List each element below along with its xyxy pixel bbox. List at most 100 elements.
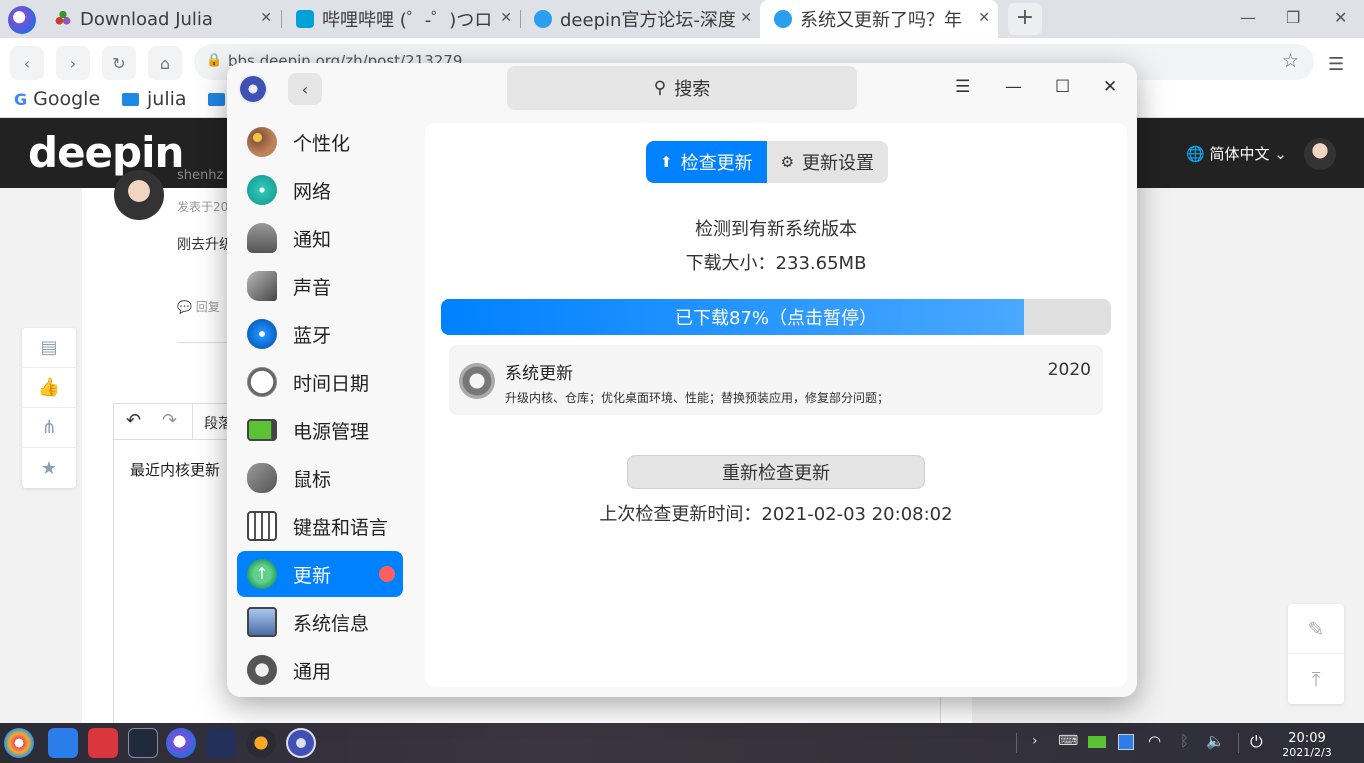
author-name[interactable]: shenhz bbox=[177, 168, 223, 183]
folder-icon[interactable] bbox=[208, 93, 225, 106]
like-icon[interactable]: 👍 bbox=[22, 368, 76, 408]
share-icon[interactable]: ⋔ bbox=[22, 408, 76, 448]
tab-check-update[interactable]: ⬆ 检查更新 bbox=[646, 141, 767, 183]
tray-divider bbox=[1016, 733, 1017, 753]
globe-icon: 🌐 bbox=[1186, 145, 1205, 163]
close-icon[interactable]: ✕ bbox=[260, 10, 272, 26]
sidebar-item-general[interactable]: 通用 bbox=[237, 647, 403, 693]
sidebar-item-datetime[interactable]: 时间日期 bbox=[237, 359, 403, 405]
language-selector[interactable]: 🌐 简体中文 ⌄ bbox=[1186, 143, 1287, 164]
media-player-icon[interactable] bbox=[246, 728, 276, 758]
control-center-icon[interactable] bbox=[286, 728, 316, 758]
user-avatar[interactable] bbox=[1304, 138, 1336, 170]
reply-label: 回复 bbox=[195, 300, 220, 314]
close-icon[interactable]: ✕ bbox=[740, 10, 752, 26]
favorite-star-icon[interactable]: ★ bbox=[22, 448, 76, 488]
browser-menu-icon[interactable] bbox=[8, 6, 36, 34]
search-input[interactable]: ⚲ 搜索 bbox=[507, 66, 857, 110]
forward-icon[interactable]: › bbox=[56, 46, 90, 80]
power-icon[interactable]: ⏻ bbox=[1250, 732, 1263, 752]
tab-bilibili[interactable]: 哔哩哔哩 (゜-゜)つロ ✕ bbox=[282, 0, 520, 38]
back-icon[interactable]: ‹ bbox=[288, 73, 322, 105]
speaker-icon bbox=[247, 271, 277, 301]
control-center-window: ‹ ⚲ 搜索 ☰ — ☐ ✕ 个性化 网络 通知 声音 蓝牙 时间日期 电源管理… bbox=[227, 63, 1137, 697]
vscode-icon[interactable] bbox=[206, 728, 236, 758]
comment-icon[interactable]: ▤ bbox=[22, 328, 76, 368]
deepin-logo[interactable]: deepin bbox=[28, 128, 184, 177]
new-tab-button[interactable]: + bbox=[1008, 3, 1042, 35]
tab-title: Download Julia bbox=[80, 8, 213, 30]
app-store-icon[interactable] bbox=[48, 728, 78, 758]
tab-deepin-forum[interactable]: deepin官方论坛-深度 ✕ bbox=[520, 0, 760, 38]
bookmark-google[interactable]: G Google bbox=[14, 88, 100, 110]
recheck-update-button[interactable]: 重新检查更新 bbox=[627, 455, 925, 489]
sidebar-item-keyboard[interactable]: 键盘和语言 bbox=[237, 503, 403, 549]
minimize-icon[interactable]: — bbox=[1240, 8, 1256, 27]
menu-icon[interactable]: ☰ bbox=[955, 77, 970, 97]
bluetooth-icon[interactable]: ᛒ bbox=[1180, 732, 1189, 750]
chevron-down-icon: ⌄ bbox=[1274, 145, 1287, 163]
back-to-top-icon[interactable]: ⤒ bbox=[1288, 654, 1344, 704]
edit-pencil-icon[interactable]: ✎ bbox=[1288, 604, 1344, 654]
reply-link[interactable]: 💬 回复 bbox=[177, 298, 220, 315]
reload-icon[interactable]: ↻ bbox=[102, 46, 136, 80]
system-info-icon bbox=[247, 607, 277, 637]
sidebar-item-label: 鼠标 bbox=[293, 468, 332, 491]
undo-icon[interactable]: ↶ bbox=[126, 410, 141, 431]
toolbox-icon[interactable] bbox=[88, 728, 118, 758]
battery-icon[interactable] bbox=[1088, 736, 1106, 748]
sidebar-item-notification[interactable]: 通知 bbox=[237, 215, 403, 261]
download-progress-bar[interactable]: 已下载87%（点击暂停） bbox=[441, 299, 1111, 335]
tray-divider bbox=[1238, 733, 1239, 753]
browser-tab-bar: Download Julia ✕ 哔哩哔哩 (゜-゜)つロ ✕ deepin官方… bbox=[0, 0, 1364, 38]
update-panel: ⬆ 检查更新 ⚙ 更新设置 检测到有新系统版本 下载大小：233.65MB 已下载8… bbox=[425, 123, 1127, 687]
sidebar-item-bluetooth[interactable]: 蓝牙 bbox=[237, 311, 403, 357]
tab-title: deepin官方论坛-深度 bbox=[560, 10, 736, 31]
taskbar-clock[interactable]: 20:09 2021/2/3 bbox=[1282, 731, 1332, 759]
close-icon[interactable]: ✕ bbox=[978, 10, 990, 26]
update-item: 系统更新 2020 升级内核、仓库；优化桌面环境、性能；替换预装应用，修复部分问… bbox=[449, 345, 1103, 415]
bookmark-julia[interactable]: julia bbox=[122, 88, 187, 110]
browser-icon[interactable] bbox=[166, 728, 196, 758]
editor-text: 最近内核更新 bbox=[130, 461, 221, 479]
gear-icon: ⚙ bbox=[780, 153, 795, 171]
sidebar-item-network[interactable]: 网络 bbox=[237, 167, 403, 213]
star-icon[interactable]: ☆ bbox=[1282, 50, 1299, 72]
language-label: 简体中文 bbox=[1209, 145, 1270, 163]
home-icon[interactable]: ⌂ bbox=[148, 46, 182, 80]
tab-update-settings[interactable]: ⚙ 更新设置 bbox=[766, 141, 889, 183]
sidebar-item-label: 声音 bbox=[293, 276, 332, 299]
maximize-icon[interactable]: ☐ bbox=[1055, 77, 1070, 97]
julia-tray-icon[interactable] bbox=[1118, 734, 1134, 750]
redo-icon[interactable]: ↷ bbox=[162, 410, 177, 431]
tab-download-julia[interactable]: Download Julia ✕ bbox=[40, 0, 280, 38]
launcher-icon[interactable] bbox=[4, 728, 34, 758]
tab-system-update-post[interactable]: 系统又更新了吗？年 ✕ bbox=[760, 0, 998, 38]
keyboard-icon[interactable]: ⌨ bbox=[1058, 733, 1078, 749]
search-icon: ⚲ bbox=[653, 78, 667, 98]
back-icon[interactable]: ‹ bbox=[10, 46, 44, 80]
julia-ide-icon[interactable] bbox=[128, 728, 158, 758]
sidebar-item-personalization[interactable]: 个性化 bbox=[237, 119, 403, 165]
restore-icon[interactable]: ❐ bbox=[1286, 8, 1300, 27]
close-window-icon[interactable]: ✕ bbox=[1334, 8, 1347, 27]
close-window-icon[interactable]: ✕ bbox=[1103, 77, 1117, 97]
browser-menu-icon[interactable]: ☰ bbox=[1328, 54, 1344, 75]
sidebar-item-label: 通知 bbox=[293, 228, 332, 251]
tab-title: 哔哩哔哩 (゜-゜)つロ bbox=[322, 10, 493, 31]
close-icon[interactable]: ✕ bbox=[500, 10, 512, 26]
gear-icon bbox=[459, 363, 495, 399]
sidebar-item-label: 个性化 bbox=[293, 132, 351, 155]
sidebar-item-system-info[interactable]: 系统信息 bbox=[237, 599, 403, 645]
volume-icon[interactable]: 🔈 bbox=[1206, 732, 1225, 750]
bookmark-label: julia bbox=[147, 88, 187, 110]
sidebar-item-power[interactable]: 电源管理 bbox=[237, 407, 403, 453]
update-tab-switcher: ⬆ 检查更新 ⚙ 更新设置 bbox=[646, 141, 889, 183]
minimize-icon[interactable]: — bbox=[1005, 77, 1022, 97]
post-date: 发表于20 bbox=[177, 200, 229, 214]
sidebar-item-sound[interactable]: 声音 bbox=[237, 263, 403, 309]
tray-expand-icon[interactable]: › bbox=[1032, 733, 1038, 749]
sidebar-item-update[interactable]: ↑ 更新 bbox=[237, 551, 403, 597]
sidebar-item-mouse[interactable]: 鼠标 bbox=[237, 455, 403, 501]
wifi-icon[interactable]: ◠ bbox=[1148, 732, 1161, 750]
